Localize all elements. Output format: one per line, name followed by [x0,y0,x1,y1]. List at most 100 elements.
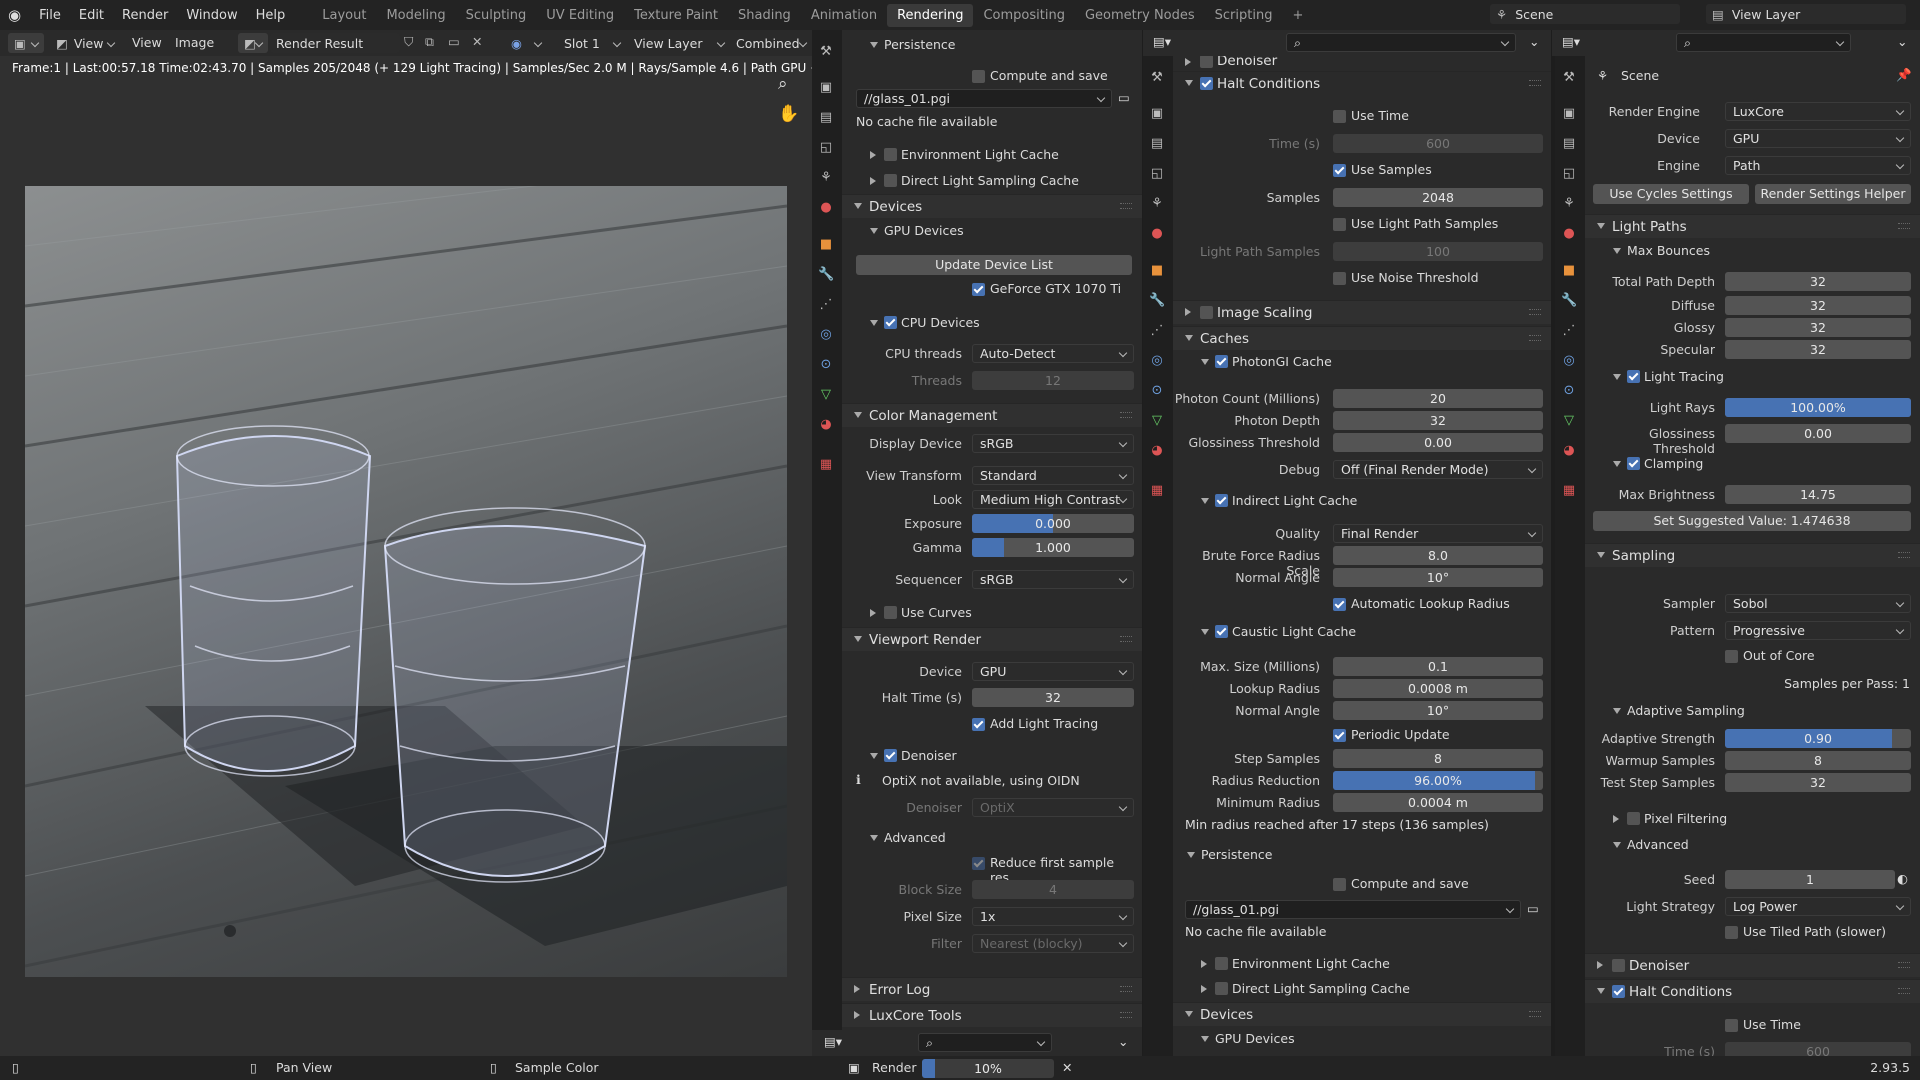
viewport-render-header[interactable]: Viewport Render [842,627,1142,651]
persistence-2-subpanel[interactable]: Persistence [1173,844,1551,866]
persistence-2-file-field[interactable]: //glass_01.pgi [1185,900,1521,919]
slot-dropdown[interactable]: Slot 1 [558,33,626,53]
env-cache-2-subpanel[interactable]: Environment Light Cache [1173,953,1551,975]
adaptive-strength-slider[interactable]: 0.90 [1725,729,1911,748]
gamma-slider[interactable]: 1.000 [972,538,1134,557]
data-tab-icon[interactable]: ▽ [818,387,834,403]
direct-cache-2-checkbox[interactable] [1215,982,1228,995]
pixel-filtering-subpanel[interactable]: Pixel Filtering [1585,808,1920,830]
particles-tab-icon[interactable]: ⋰ [818,297,834,313]
object-tab-3-icon[interactable]: ■ [1561,263,1577,279]
menu-view[interactable]: View [132,35,162,50]
chevron-down-icon[interactable]: ⌄ [1118,1034,1128,1049]
use-curves-checkbox[interactable] [884,606,897,619]
max-brightness-field[interactable]: 14.75 [1725,485,1911,504]
world-tab-3-icon[interactable]: ● [1561,226,1577,242]
display-channels-icon[interactable]: ◉ [505,33,547,53]
clamping-subpanel[interactable]: Clamping [1585,453,1920,475]
halt-3-header[interactable]: Halt Conditions [1585,979,1920,1003]
viewport-device-dropdown[interactable]: GPU [972,662,1134,681]
pixel-filtering-checkbox[interactable] [1627,812,1640,825]
denoiser-3-header[interactable]: Denoiser [1585,953,1920,977]
image-name-field[interactable]: Render Result [270,33,400,53]
sampling-header[interactable]: Sampling [1585,543,1920,567]
radius-reduction-slider[interactable]: 96.00% [1333,771,1543,790]
specular-field[interactable]: 32 [1725,340,1911,359]
tool-tab-3-icon[interactable]: ⚒ [1561,70,1577,86]
indirect-cache-subpanel[interactable]: Indirect Light Cache [1173,490,1551,512]
particles-tab-3-icon[interactable]: ⋰ [1561,323,1577,339]
time-field[interactable]: 600 [1333,134,1543,153]
min-radius-field[interactable]: 0.0004 m [1333,793,1543,812]
world-tab-icon[interactable]: ● [818,200,834,216]
render-tab-icon[interactable]: ▣ [818,80,834,96]
denoiser-header[interactable]: Denoiser [1173,56,1551,70]
reduce-first-checkbox[interactable] [972,857,985,870]
display-device-dropdown[interactable]: sRGB [972,434,1134,453]
image-scaling-checkbox[interactable] [1200,306,1213,319]
fake-user-icon[interactable]: ⛉ [404,34,413,50]
brute-force-field[interactable]: 8.0 [1333,546,1543,565]
use-time-3-checkbox[interactable] [1725,1019,1738,1032]
physics-tab-3-icon[interactable]: ◎ [1561,353,1577,369]
open-image-icon[interactable]: ▭ [448,34,460,49]
editor-type-icon[interactable]: ▣ [8,33,44,53]
photongi-subpanel[interactable]: PhotonGI Cache [1173,351,1551,373]
constraints-tab-2-icon[interactable]: ⊙ [1149,383,1165,399]
view-layer-tab-2-icon[interactable]: ◱ [1149,166,1165,182]
view-layer-tab-icon[interactable]: ◱ [818,140,834,156]
threads-field[interactable]: 12 [972,371,1134,390]
render-image[interactable] [25,186,787,977]
output-tab-icon[interactable]: ▤ [818,110,834,126]
properties-2-search[interactable]: ⌕ [1286,33,1516,52]
samples-field[interactable]: 2048 [1333,188,1543,207]
warmup-field[interactable]: 8 [1725,751,1911,770]
engine-dropdown[interactable]: Path [1725,156,1911,175]
halt-time-field[interactable]: 32 [972,688,1134,707]
texture-tab-3-icon[interactable]: ▦ [1561,483,1577,499]
folder-2-icon[interactable]: ▭ [1527,901,1539,916]
quality-dropdown[interactable]: Final Render [1333,524,1543,543]
photon-count-field[interactable]: 20 [1333,389,1543,408]
tab-texture-paint[interactable]: Texture Paint [624,4,728,27]
render-tab-3-icon[interactable]: ▣ [1561,106,1577,122]
render-tab-2-icon[interactable]: ▣ [1149,106,1165,122]
modifier-tab-2-icon[interactable]: 🔧 [1149,293,1165,309]
light-strategy-dropdown[interactable]: Log Power [1725,897,1911,916]
photongi-checkbox[interactable] [1215,355,1228,368]
menu-image[interactable]: Image [175,35,214,50]
tab-modeling[interactable]: Modeling [376,4,455,27]
render-engine-dropdown[interactable]: LuxCore [1725,102,1911,121]
image-browse-icon[interactable]: ◩ [238,33,268,53]
time-3-field[interactable]: 600 [1725,1042,1911,1056]
scene-selector[interactable]: ⚘ Scene [1490,4,1680,24]
add-workspace-icon[interactable]: + [1282,4,1313,27]
chevron-down-2-icon[interactable]: ⌄ [1529,34,1539,49]
advanced-subpanel[interactable]: Advanced [842,827,1142,849]
gpu-devices-2-subpanel[interactable]: GPU Devices [1173,1028,1551,1050]
tab-layout[interactable]: Layout [312,4,376,27]
out-of-core-checkbox[interactable] [1725,650,1738,663]
caustic-cache-checkbox[interactable] [1215,625,1228,638]
folder-icon[interactable]: ▭ [1118,90,1130,105]
env-cache-checkbox[interactable] [884,148,897,161]
test-step-field[interactable]: 32 [1725,773,1911,792]
view-layer-tab-3-icon[interactable]: ◱ [1561,166,1577,182]
lp-samples-field[interactable]: 100 [1333,242,1543,261]
exposure-slider[interactable]: 0.000 [972,514,1134,533]
layer-dropdown[interactable]: View Layer [628,33,730,53]
random-seed-icon[interactable]: ◐ [1897,871,1908,886]
viewport-denoiser-subpanel[interactable]: Denoiser [842,745,1142,767]
filter-dropdown[interactable]: Nearest (blocky) [972,934,1134,953]
sampler-dropdown[interactable]: Sobol [1725,594,1911,613]
pattern-dropdown[interactable]: Progressive [1725,621,1911,640]
constraints-tab-3-icon[interactable]: ⊙ [1561,383,1577,399]
use-samples-checkbox[interactable] [1333,164,1346,177]
tool-tab-icon[interactable]: ⚒ [818,44,834,60]
photon-depth-field[interactable]: 32 [1333,411,1543,430]
light-paths-header[interactable]: Light Paths [1585,214,1920,238]
editor-type-3-icon[interactable]: ▤▾ [1562,34,1580,49]
env-cache-2-checkbox[interactable] [1215,957,1228,970]
physics-tab-icon[interactable]: ◎ [818,327,834,343]
device-dropdown[interactable]: GPU [1725,129,1911,148]
